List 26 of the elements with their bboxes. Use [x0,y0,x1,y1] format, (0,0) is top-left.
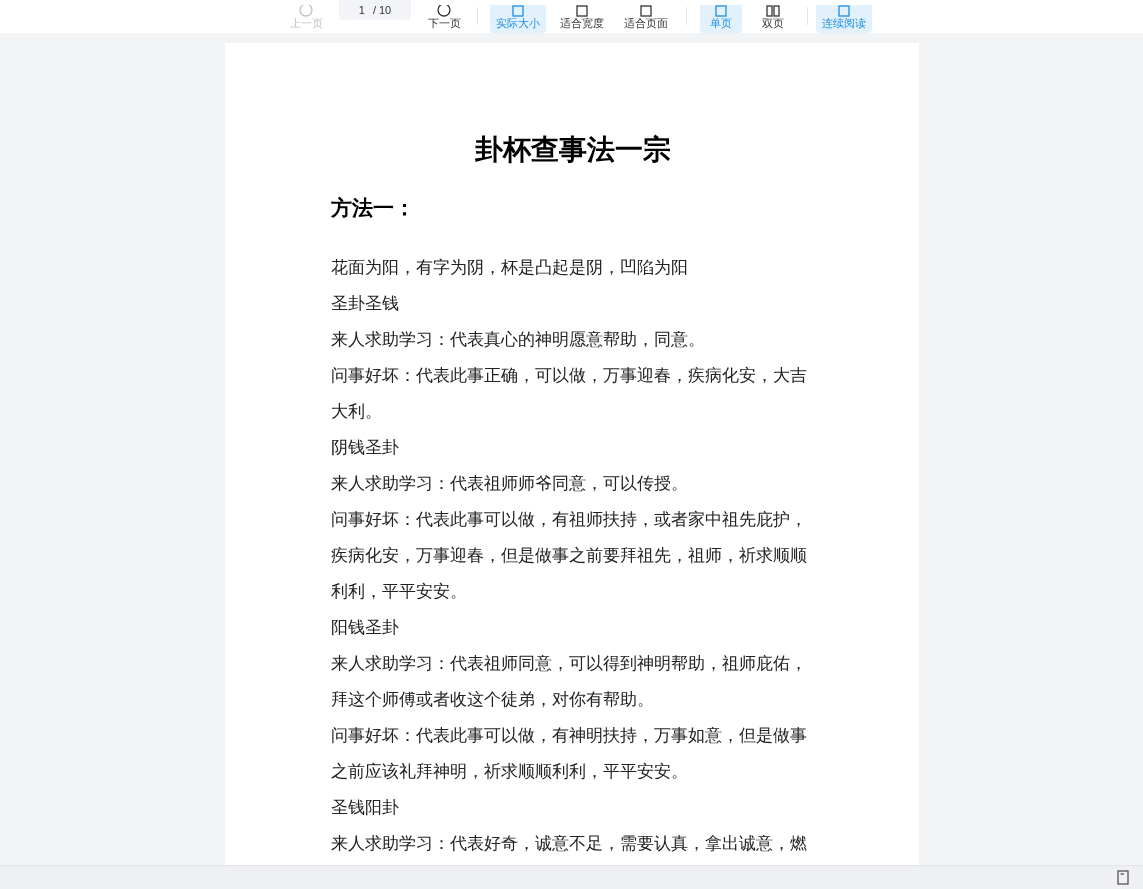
paragraph: 阴钱圣卦 [330,436,400,459]
paragraph: 圣钱阳卦 [330,796,400,819]
paragraph: 圣卦圣钱 [330,292,400,315]
paragraph: 阳钱圣卦 [330,616,400,639]
single-page-icon [714,5,728,17]
paragraph: 问事好坏：代表此事可以做，有神明扶持，万事如意，但是做事之前应该礼拜神明，祈求顺顺利利，平平安安。 [330,724,808,783]
document-title: 卦杯查事法一宗 [473,133,672,167]
page-size-icon [511,5,525,17]
page-size-icon [575,5,589,17]
paragraph: 问事好坏：代表此事正确，可以做，万事迎春，疾病化安，大吉大利。 [330,364,808,423]
page-icon[interactable] [1117,870,1129,885]
paragraph: 花面为阳，有字为阴，杯是凸起是阴，凹陷为阳 [330,256,689,279]
toolbar-button[interactable]: 适合宽度 [554,5,610,33]
paragraph: 来人求助学习：代表祖师同意，可以得到神明帮助，祖师庇佑，拜这个师傅或者收这个徒弟，对你有帮助。 [330,652,808,711]
toolbar-button[interactable]: 适合页面 [618,5,674,33]
two-pages-icon [766,5,780,17]
paragraph: 来人求助学习：代表祖师师爷同意，可以传授。 [330,472,689,495]
page-number-field[interactable]: 1 / 10 [339,0,411,20]
toolbar-button[interactable]: 双页 [752,5,794,33]
page-size-icon [639,5,653,17]
section-heading: 方法一： [330,195,416,221]
paragraph: 来人求助学习：代表真心的神明愿意帮助，同意。 [330,328,706,351]
scroll-icon [837,5,851,17]
paragraph: 来人求助学习：代表好奇，诚意不足，需要认真，拿出诚意，燃 [330,832,808,855]
paragraph: 问事好坏：代表此事可以做，有祖师扶持，或者家中祖先庇护，疾病化安，万事迎春，但是做事之前要拜祖先，祖师，祈求顺顺利利，平平安安。 [330,508,808,603]
toolbar-button[interactable]: 下一页 [419,5,469,33]
